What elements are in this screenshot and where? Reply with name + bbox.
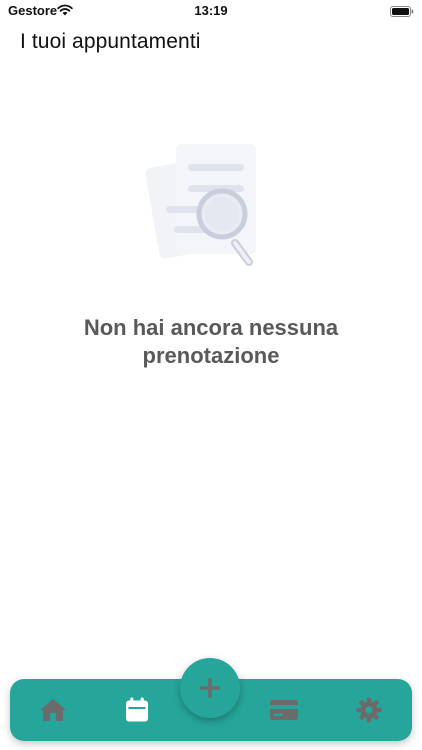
nav-card-button[interactable] [256,679,312,741]
add-appointment-button[interactable] [180,658,240,718]
plus-icon [200,678,220,698]
status-bar: Gestore 13:19 [0,0,422,22]
nav-calendar-button[interactable] [109,679,165,741]
nav-home-button[interactable] [25,679,81,741]
credit-card-icon [270,700,298,720]
gear-icon [356,697,382,723]
empty-state-message: Non hai ancora nessuna prenotazione [83,315,339,368]
home-icon [40,699,66,721]
page-title: I tuoi appuntamenti [20,30,201,53]
document-search-icon [145,140,260,272]
calendar-icon [126,697,148,722]
battery-icon [390,4,414,17]
status-time: 13:19 [194,3,228,18]
nav-settings-button[interactable] [341,679,397,741]
